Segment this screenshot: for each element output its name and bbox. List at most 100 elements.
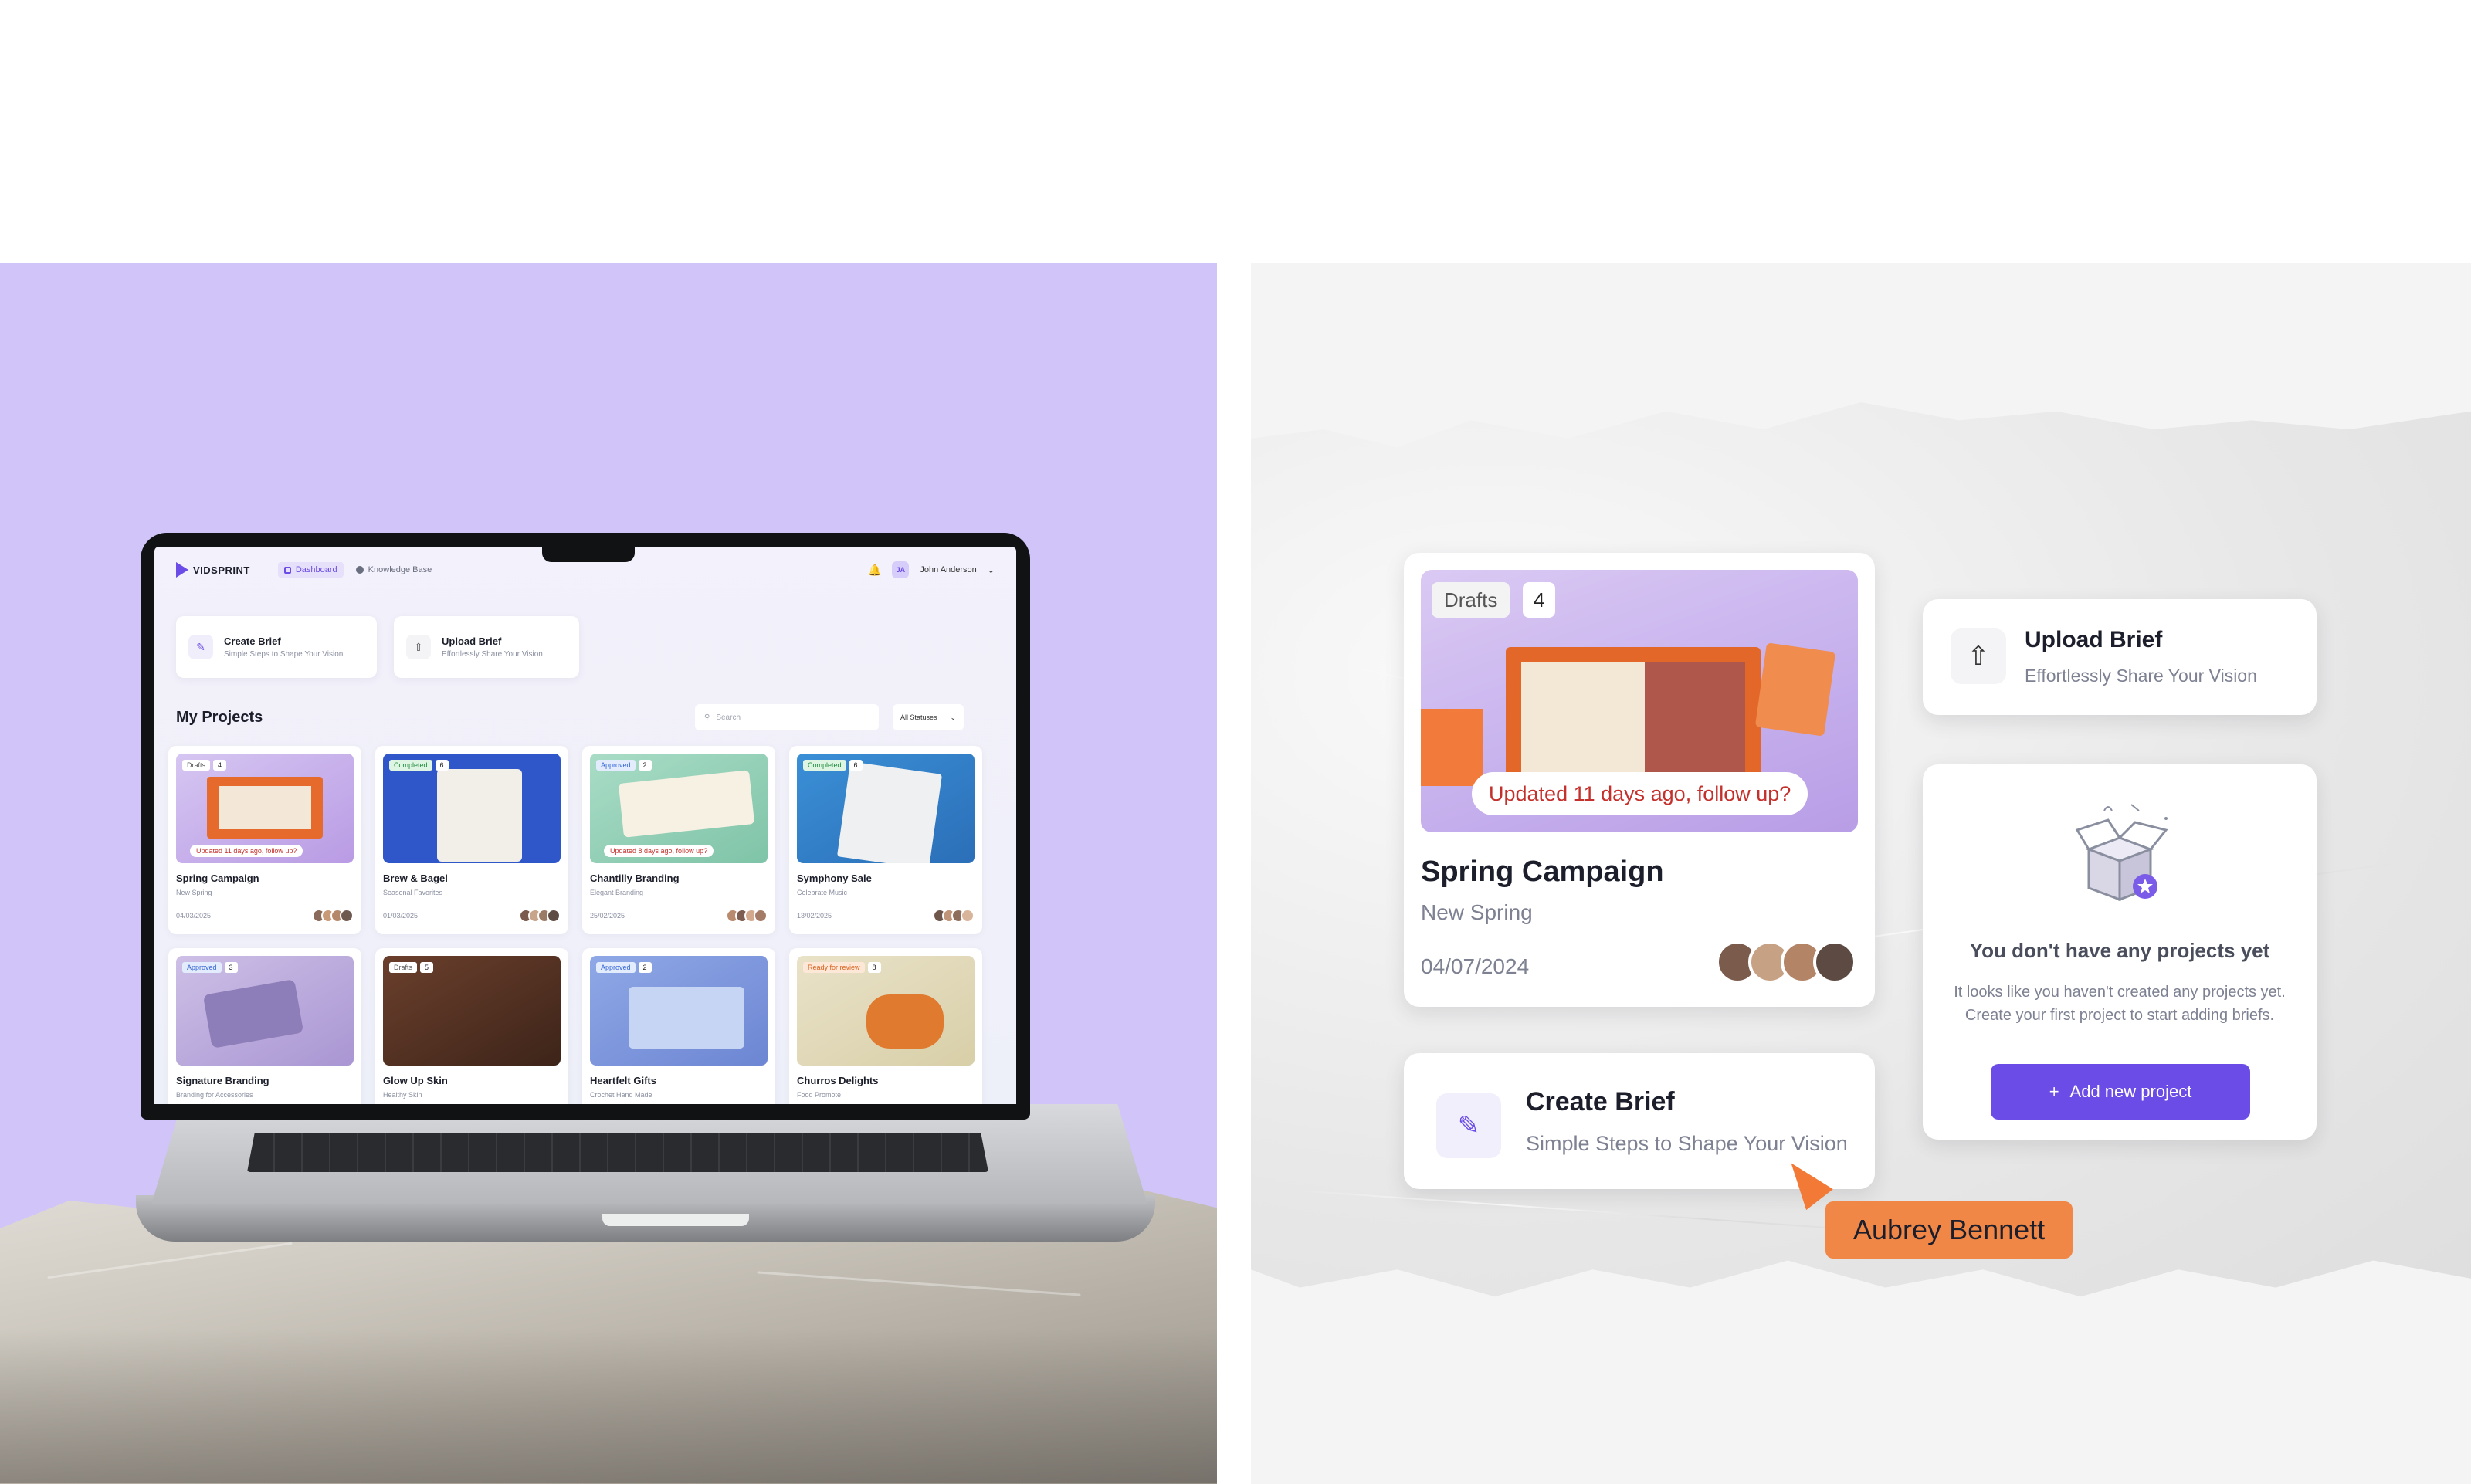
project-card[interactable]: Drafts 4 Updated 11 days ago, follow up?… [168, 746, 361, 934]
collaborator-avatars [519, 909, 561, 923]
thumbnail-art [1421, 709, 1483, 786]
count-badge: 6 [435, 760, 449, 771]
add-new-project-button[interactable]: + Add new project [1991, 1064, 2250, 1120]
status-badge: Approved [596, 760, 636, 771]
project-subtitle: Celebrate Music [797, 889, 848, 896]
status-badge: Drafts [182, 760, 211, 771]
thumbnail-art [1754, 642, 1836, 737]
count-badge: 8 [867, 962, 881, 973]
project-card[interactable]: Approved 2 Updated 8 days ago, follow up… [582, 746, 775, 934]
nav-tab-knowledge-base[interactable]: Knowledge Base [355, 565, 432, 574]
project-thumbnail: Drafts 4 Updated 11 days ago, follow up? [176, 754, 354, 863]
project-card[interactable]: Approved 2 Heartfelt Gifts Crochet Hand … [582, 948, 775, 1104]
project-title: Heartfelt Gifts [590, 1075, 656, 1086]
dashboard-icon [283, 566, 291, 574]
empty-state-text-line: It looks like you haven't created any pr… [1954, 984, 2286, 1001]
avatar[interactable]: JA [892, 561, 910, 578]
status-badges: Approved 2 [596, 760, 652, 771]
status-badge: Drafts [1432, 582, 1510, 618]
avatar [754, 909, 768, 923]
brand-logo[interactable]: VIDSPRINT [176, 562, 250, 578]
status-filter-select[interactable]: All Statuses ⌄ [893, 704, 964, 730]
upload-cloud-icon: ⇧ [1951, 628, 2006, 684]
project-thumbnail: Completed 6 [797, 754, 975, 863]
project-card[interactable]: Approved 3 Signature Branding Branding f… [168, 948, 361, 1104]
collaborator-avatars [726, 909, 768, 923]
upload-brief-subtitle: Effortlessly Share Your Vision [442, 650, 543, 659]
status-badges: Approved 3 [182, 962, 238, 973]
upload-brief-button[interactable]: ⇧ Upload Brief Effortlessly Share Your V… [394, 616, 579, 678]
avatar [1813, 940, 1856, 984]
count-badge: 2 [638, 760, 652, 771]
project-subtitle: Seasonal Favorites [383, 889, 443, 896]
project-subtitle: New Spring [1421, 900, 1533, 924]
status-badges: Drafts 5 [389, 962, 434, 973]
empty-state-title: You don't have any projects yet [1969, 939, 2270, 962]
project-card[interactable]: Ready for review 8 Churros Delights Food… [789, 948, 982, 1104]
project-title: Glow Up Skin [383, 1075, 448, 1086]
project-meta: 13/02/2025 [797, 909, 975, 923]
camera-notch [542, 540, 635, 562]
create-brief-subtitle: Simple Steps to Shape Your Vision [1526, 1132, 1848, 1155]
project-thumbnail: Approved 2 Updated 8 days ago, follow up… [590, 754, 768, 863]
project-card[interactable]: Completed 6 Brew & Bagel Seasonal Favori… [375, 746, 568, 934]
project-subtitle: New Spring [176, 889, 212, 896]
section-title: My Projects [176, 709, 263, 726]
nav-tab-dashboard[interactable]: Dashboard [277, 562, 344, 578]
chevron-down-icon[interactable]: ⌄ [988, 565, 995, 575]
project-thumbnail: Completed 6 [383, 754, 561, 863]
project-meta: 01/03/2025 [383, 909, 561, 923]
user-name[interactable]: John Anderson [920, 565, 976, 574]
status-badge: Ready for review [803, 962, 865, 973]
status-badge: Approved [596, 962, 636, 973]
empty-box-icon [2075, 804, 2168, 902]
collaborator-avatars [933, 909, 975, 923]
upload-brief-title: Upload Brief [442, 635, 502, 647]
search-input[interactable]: ⚲ Search [695, 704, 879, 730]
thumbnail-art [437, 979, 522, 1041]
project-subtitle: Food Promote [797, 1091, 842, 1099]
nav-tab-label: Dashboard [295, 565, 337, 574]
project-card[interactable]: Completed 6 Symphony Sale Celebrate Musi… [789, 746, 982, 934]
status-badge: Approved [182, 962, 222, 973]
status-filter-value: All Statuses [900, 713, 937, 721]
plus-icon: + [2049, 1082, 2059, 1101]
magic-wand-icon: ✎ [188, 635, 213, 659]
user-controls: 🔔 JA John Anderson ⌄ [868, 561, 995, 578]
brand-name: VIDSPRINT [193, 564, 250, 576]
chevron-down-icon: ⌄ [950, 713, 956, 721]
follow-up-note[interactable]: Updated 8 days ago, follow up? [604, 845, 714, 857]
vidsprint-logo-icon [176, 562, 188, 578]
thumbnail-art [219, 786, 311, 829]
project-thumbnail: Approved 3 [176, 956, 354, 1066]
search-icon: ⚲ [704, 713, 710, 722]
thumbnail-art [202, 979, 304, 1049]
project-subtitle: Elegant Branding [590, 889, 644, 896]
project-meta: 04/03/2025 [176, 909, 354, 923]
project-subtitle: Healthy Skin [383, 1091, 422, 1099]
create-brief-button[interactable]: ✎ Create Brief Simple Steps to Shape You… [176, 616, 377, 678]
upload-brief-button[interactable]: ⇧ Upload Brief Effortlessly Share Your V… [1923, 599, 2317, 715]
create-brief-title: Create Brief [1526, 1087, 1675, 1116]
avatar [961, 909, 975, 923]
follow-up-note[interactable]: Updated 11 days ago, follow up? [190, 845, 303, 857]
project-date: 04/03/2025 [176, 912, 212, 920]
bell-icon[interactable]: 🔔 [868, 564, 881, 577]
project-card[interactable]: Drafts 5 Glow Up Skin Healthy Skin [375, 948, 568, 1104]
project-subtitle: Branding for Accessories [176, 1091, 253, 1099]
empty-state-text: It looks like you haven't created any pr… [1946, 981, 2293, 1027]
laptop-notch-lip [602, 1214, 749, 1226]
empty-state-card: You don't have any projects yet It looks… [1923, 764, 2317, 1140]
project-thumbnail: Drafts 5 [383, 956, 561, 1066]
follow-up-note[interactable]: Updated 11 days ago, follow up? [1472, 772, 1808, 815]
count-badge: 4 [1523, 582, 1556, 618]
project-card[interactable]: Drafts 4 Updated 11 days ago, follow up?… [1404, 553, 1875, 1007]
project-title: Churros Delights [797, 1075, 879, 1086]
project-date: 13/02/2025 [797, 912, 832, 920]
count-badge: 2 [638, 962, 652, 973]
thumbnail-art [437, 769, 522, 862]
stage: VIDSPRINT Dashboard Knowledge Base 🔔 JA … [0, 0, 2471, 1484]
project-title: Spring Campaign [176, 872, 259, 884]
project-title: Chantilly Branding [590, 872, 680, 884]
nav-tab-label: Knowledge Base [368, 565, 432, 574]
